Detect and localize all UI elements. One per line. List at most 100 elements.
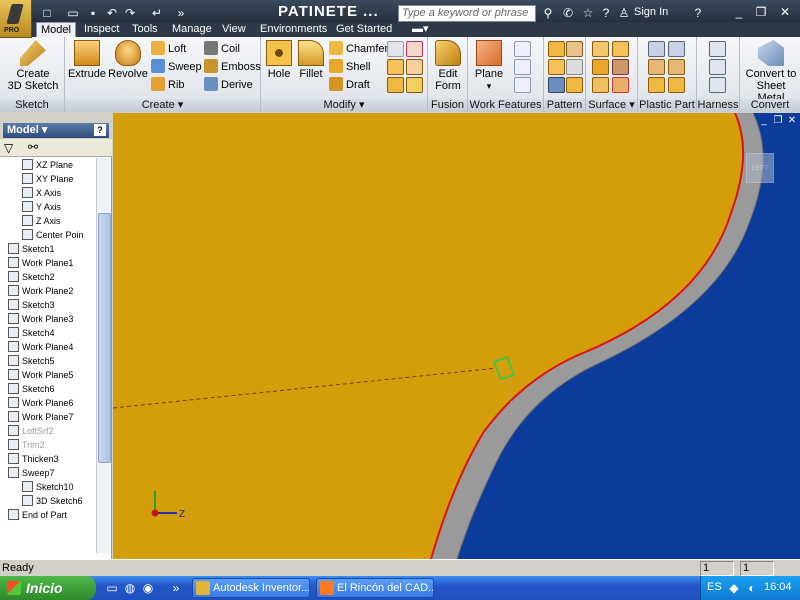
combine-icon[interactable]	[406, 41, 423, 57]
place-pin-group-icon[interactable]	[709, 59, 726, 75]
browser-tree-item[interactable]: LoftSrf2	[8, 424, 54, 438]
browser-tree-item[interactable]: Sweep7	[8, 466, 55, 480]
application-menu-button[interactable]: PRO	[0, 0, 32, 38]
shell-button[interactable]: Shell	[329, 59, 370, 76]
browser-tree-item[interactable]: Center Poin	[22, 228, 84, 242]
tab-view[interactable]: View	[218, 22, 250, 37]
browser-tree-item[interactable]: Work Plane4	[8, 340, 73, 354]
user-icon[interactable]: ♙	[616, 4, 632, 22]
create-3d-sketch-button[interactable]: Create 3D Sketch	[6, 40, 60, 92]
hole-button[interactable]: Hole	[263, 40, 295, 80]
redo-icon[interactable]: ↷	[121, 4, 139, 22]
tab-environments[interactable]: Environments	[256, 22, 331, 37]
browser-tree-item[interactable]: Sketch3	[8, 298, 55, 312]
extend-icon[interactable]	[592, 77, 609, 93]
star-icon[interactable]: ☆	[580, 4, 596, 22]
browser-tree-item[interactable]: XY Plane	[22, 172, 73, 186]
axis-icon[interactable]	[514, 41, 531, 57]
browser-tree-item[interactable]: Thicken3	[8, 452, 59, 466]
ucs-icon[interactable]	[514, 77, 531, 93]
tab-inspect[interactable]: Inspect	[80, 22, 123, 37]
patch-icon[interactable]	[592, 59, 609, 75]
viewport-restore-icon[interactable]: ❐	[772, 115, 784, 127]
browser-tree-item[interactable]: 3D Sketch6	[22, 494, 83, 508]
taskbar-item-inventor[interactable]: Autodesk Inventor...	[192, 578, 310, 598]
browser-help-icon[interactable]: ?	[94, 124, 106, 136]
copy-object-icon[interactable]	[406, 59, 423, 75]
desktop-icon[interactable]: ▭	[104, 580, 120, 596]
loft-button[interactable]: Loft	[151, 41, 186, 58]
filter-icon[interactable]: ▽	[4, 141, 13, 155]
point-icon[interactable]	[514, 59, 531, 75]
tab-manage[interactable]: Manage	[168, 22, 216, 37]
language-indicator[interactable]: ES	[707, 581, 722, 593]
graphics-viewport[interactable]: Z _ ❐ ✕ LEFT	[113, 113, 800, 559]
taskbar-item-browser[interactable]: El Rincón del CAD...	[316, 578, 434, 598]
find-binoculars-icon[interactable]: ⚯	[28, 140, 38, 154]
browser-tree-item[interactable]: XZ Plane	[22, 158, 73, 172]
browser-tree-item[interactable]: Sketch4	[8, 326, 55, 340]
tab-get-started[interactable]: Get Started	[332, 22, 396, 37]
surface-panel-label[interactable]: Surface ▾	[586, 99, 637, 112]
browser-tree-item[interactable]: Work Plane7	[8, 410, 73, 424]
viewcube[interactable]: LEFT	[746, 153, 774, 183]
emboss-button[interactable]: Emboss	[204, 59, 261, 76]
move-face-icon[interactable]	[387, 59, 404, 75]
revolve-button[interactable]: Revolve	[107, 40, 149, 80]
browser-tree-item[interactable]: Work Plane3	[8, 312, 73, 326]
browser-tree-item[interactable]: Sketch1	[8, 242, 55, 256]
lip-icon[interactable]	[668, 77, 685, 93]
harness-properties-icon[interactable]	[709, 77, 726, 93]
undo-icon[interactable]: ↶	[103, 4, 121, 22]
open-icon[interactable]: ▭	[64, 4, 82, 22]
thicken-icon[interactable]	[387, 77, 404, 93]
extrude-button[interactable]: Extrude	[67, 40, 107, 80]
browser-scrollbar[interactable]	[96, 158, 111, 553]
viewport-close-icon[interactable]: ✕	[786, 115, 798, 127]
browser-quicklaunch-icon[interactable]: ◍	[122, 580, 138, 596]
circular-pattern-icon[interactable]	[566, 41, 583, 57]
convert-to-sheet-metal-button[interactable]: Convert to Sheet Metal	[742, 40, 800, 104]
derive-button[interactable]: Derive	[204, 77, 253, 94]
rest-icon[interactable]	[648, 59, 665, 75]
browser-tree-item[interactable]: Work Plane5	[8, 368, 73, 382]
boss-icon[interactable]	[668, 41, 685, 57]
trim-icon[interactable]	[612, 59, 629, 75]
network-icon[interactable]: ◆	[726, 580, 742, 596]
tab-model[interactable]: Model	[36, 22, 76, 37]
mirror-icon[interactable]	[548, 59, 565, 75]
sketch-driven-pattern-icon[interactable]	[566, 59, 583, 75]
quicklaunch-more-icon[interactable]: »	[168, 580, 184, 596]
rib-button[interactable]: Rib	[151, 77, 185, 94]
draft-button[interactable]: Draft	[329, 77, 370, 94]
more-icon[interactable]: »	[172, 4, 190, 22]
return-icon[interactable]: ↵	[148, 4, 166, 22]
delete-face-surface-icon[interactable]	[612, 77, 629, 93]
sculpt-icon[interactable]	[612, 41, 629, 57]
edit-form-button[interactable]: Edit Form	[430, 40, 466, 92]
browser-title[interactable]: Model ▾?	[3, 123, 109, 138]
stitch-icon[interactable]	[592, 41, 609, 57]
pattern-icon[interactable]	[548, 77, 565, 93]
search-input[interactable]: Type a keyword or phrase	[398, 5, 536, 22]
help-dropdown-icon[interactable]: ?	[690, 4, 706, 22]
browser-tree-item[interactable]: Y Axis	[22, 200, 61, 214]
coil-button[interactable]: Coil	[204, 41, 240, 58]
grill-icon[interactable]	[648, 41, 665, 57]
browser-tree-item[interactable]: Trim2	[8, 438, 45, 452]
browser-scrollbar-thumb[interactable]	[98, 213, 111, 463]
browser-tree-item[interactable]: Work Plane1	[8, 256, 73, 270]
firefox-icon[interactable]: ◉	[140, 580, 156, 596]
browser-tree-item[interactable]: Work Plane6	[8, 396, 73, 410]
antivirus-icon[interactable]: ◐	[744, 580, 760, 596]
browser-tree-item[interactable]: Z Axis	[22, 214, 61, 228]
chamfer-button[interactable]: Chamfer	[329, 41, 388, 58]
create-panel-label[interactable]: Create ▾	[65, 99, 260, 112]
modify-panel-label[interactable]: Modify ▾	[261, 99, 427, 112]
browser-tree-item[interactable]: Sketch6	[8, 382, 55, 396]
start-button[interactable]: Inicio	[0, 576, 96, 600]
save-icon[interactable]: ▪	[84, 4, 102, 22]
sweep-button[interactable]: Sweep	[151, 59, 202, 76]
browser-tree-item[interactable]: Sketch10	[22, 480, 74, 494]
browser-tree-item[interactable]: X Axis	[22, 186, 61, 200]
